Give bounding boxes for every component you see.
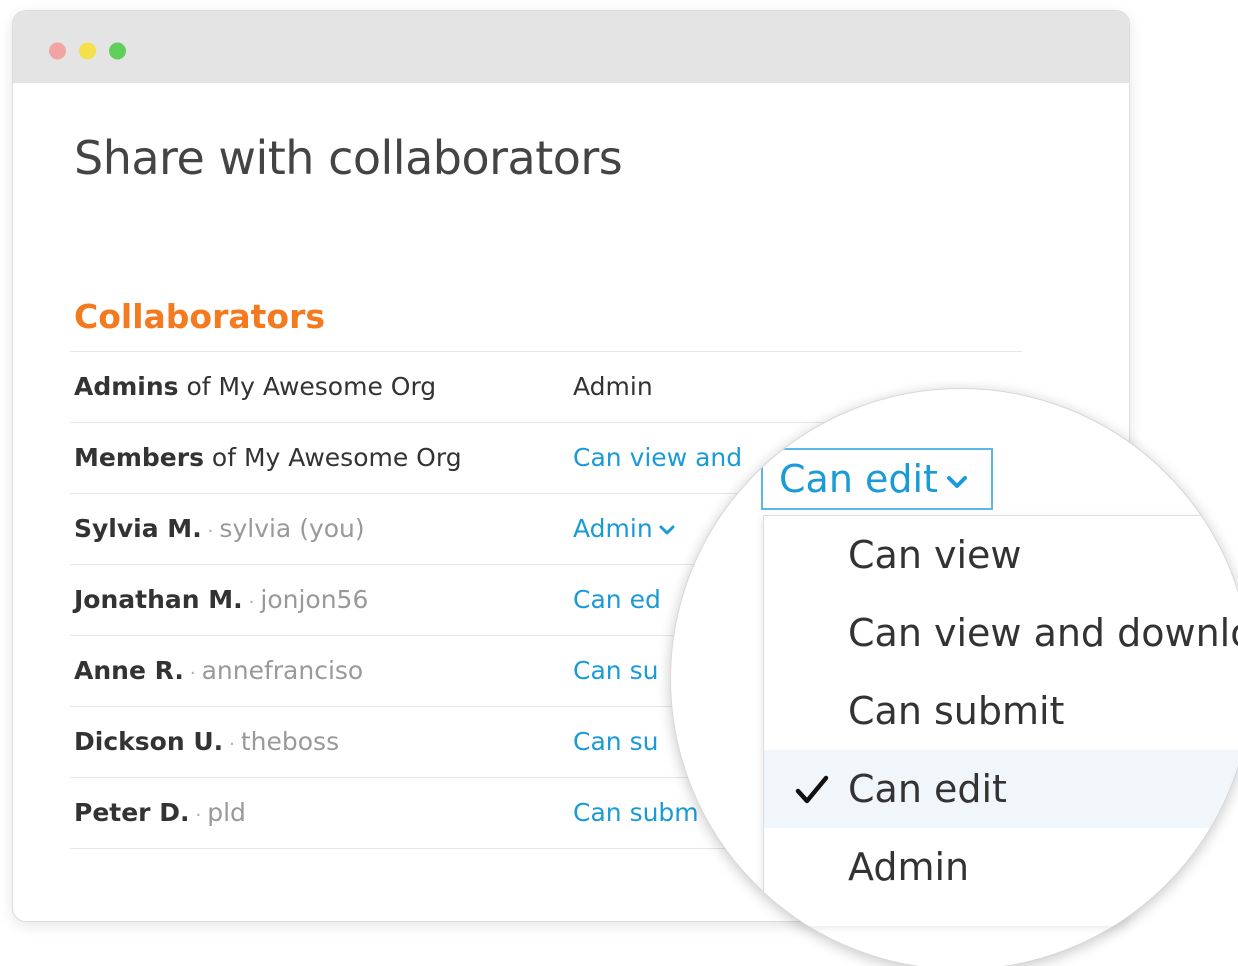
collaborator-username: theboss bbox=[240, 727, 340, 756]
magnifier-content: Can edit Can view Can view and downlo Ca… bbox=[671, 389, 1238, 966]
menu-item-label: Can view bbox=[848, 533, 1022, 577]
name-separator: · bbox=[229, 734, 235, 755]
collaborator-name-bold: Dickson U. bbox=[74, 727, 224, 756]
name-separator: · bbox=[189, 663, 196, 684]
permission-dropdown-link[interactable]: Can su bbox=[573, 707, 658, 777]
permission-select-label: Can edit bbox=[779, 457, 938, 501]
permission-value: Admin bbox=[573, 372, 653, 401]
collaborator-username: pld bbox=[207, 798, 246, 827]
name-separator: · bbox=[195, 805, 202, 826]
menu-item-can-view[interactable]: Can view bbox=[764, 516, 1238, 594]
window-maximize-dot[interactable] bbox=[109, 42, 126, 60]
collaborator-name: Admins of My Awesome Org bbox=[74, 352, 436, 422]
collaborator-name-bold: Jonathan M. bbox=[74, 585, 243, 614]
window-close-dot[interactable] bbox=[49, 42, 66, 60]
menu-item-label: Can edit bbox=[848, 767, 1007, 811]
menu-item-can-view-and-download[interactable]: Can view and downlo bbox=[764, 594, 1238, 672]
checkmark-icon bbox=[795, 775, 829, 804]
collaborator-name-bold: Sylvia M. bbox=[74, 514, 202, 543]
magnifier-lens: Can edit Can view Can view and downlo Ca… bbox=[670, 388, 1238, 966]
collaborator-name-bold: Members bbox=[74, 443, 204, 472]
collaborator-name: Dickson U. · theboss bbox=[74, 707, 339, 777]
name-separator: · bbox=[207, 521, 214, 542]
collaborator-name-rest: of My Awesome Org bbox=[203, 443, 462, 472]
screenshot-stage: Share with collaborators Collaborators A… bbox=[0, 0, 1238, 966]
name-separator: · bbox=[248, 592, 255, 613]
menu-item-admin[interactable]: Admin bbox=[764, 828, 1238, 906]
permission-dropdown-link[interactable]: Can ed bbox=[573, 565, 661, 635]
collaborator-name: Jonathan M. · jonjon56 bbox=[74, 565, 368, 635]
permission-dropdown-link[interactable]: Can su bbox=[573, 636, 658, 706]
chevron-down-icon bbox=[946, 475, 967, 488]
permission-select-button[interactable]: Can edit bbox=[761, 448, 993, 510]
window-minimize-dot[interactable] bbox=[79, 42, 96, 60]
menu-item-label: Can submit bbox=[848, 689, 1065, 733]
collaborator-name: Anne R. · annefranciso bbox=[74, 636, 363, 706]
permission-label: Admin bbox=[573, 514, 653, 543]
collaborator-name-bold: Peter D. bbox=[74, 798, 190, 827]
collaborator-name-bold: Admins bbox=[74, 372, 179, 401]
page-title: Share with collaborators bbox=[74, 131, 623, 185]
collaborator-name: Peter D. · pld bbox=[74, 778, 246, 848]
collaborator-username: sylvia (you) bbox=[219, 514, 365, 543]
collaborator-username: annefranciso bbox=[201, 656, 364, 685]
collaborator-name: Sylvia M. · sylvia (you) bbox=[74, 494, 365, 564]
menu-item-can-submit[interactable]: Can submit bbox=[764, 672, 1238, 750]
menu-item-label: Can view and downlo bbox=[848, 611, 1238, 655]
collaborator-name-bold: Anne R. bbox=[74, 656, 184, 685]
collaborator-name: Members of My Awesome Org bbox=[74, 423, 462, 493]
menu-item-label: Admin bbox=[848, 845, 970, 889]
collaborator-name-rest: of My Awesome Org bbox=[178, 372, 437, 401]
collaborator-username: jonjon56 bbox=[260, 585, 369, 614]
collaborators-heading: Collaborators bbox=[74, 297, 325, 336]
permission-dropdown-menu: Can view Can view and downlo Can submit … bbox=[763, 515, 1238, 926]
window-titlebar bbox=[13, 11, 1129, 83]
permission-dropdown-link[interactable]: Admin bbox=[573, 494, 675, 564]
menu-item-can-edit[interactable]: Can edit bbox=[764, 750, 1238, 828]
